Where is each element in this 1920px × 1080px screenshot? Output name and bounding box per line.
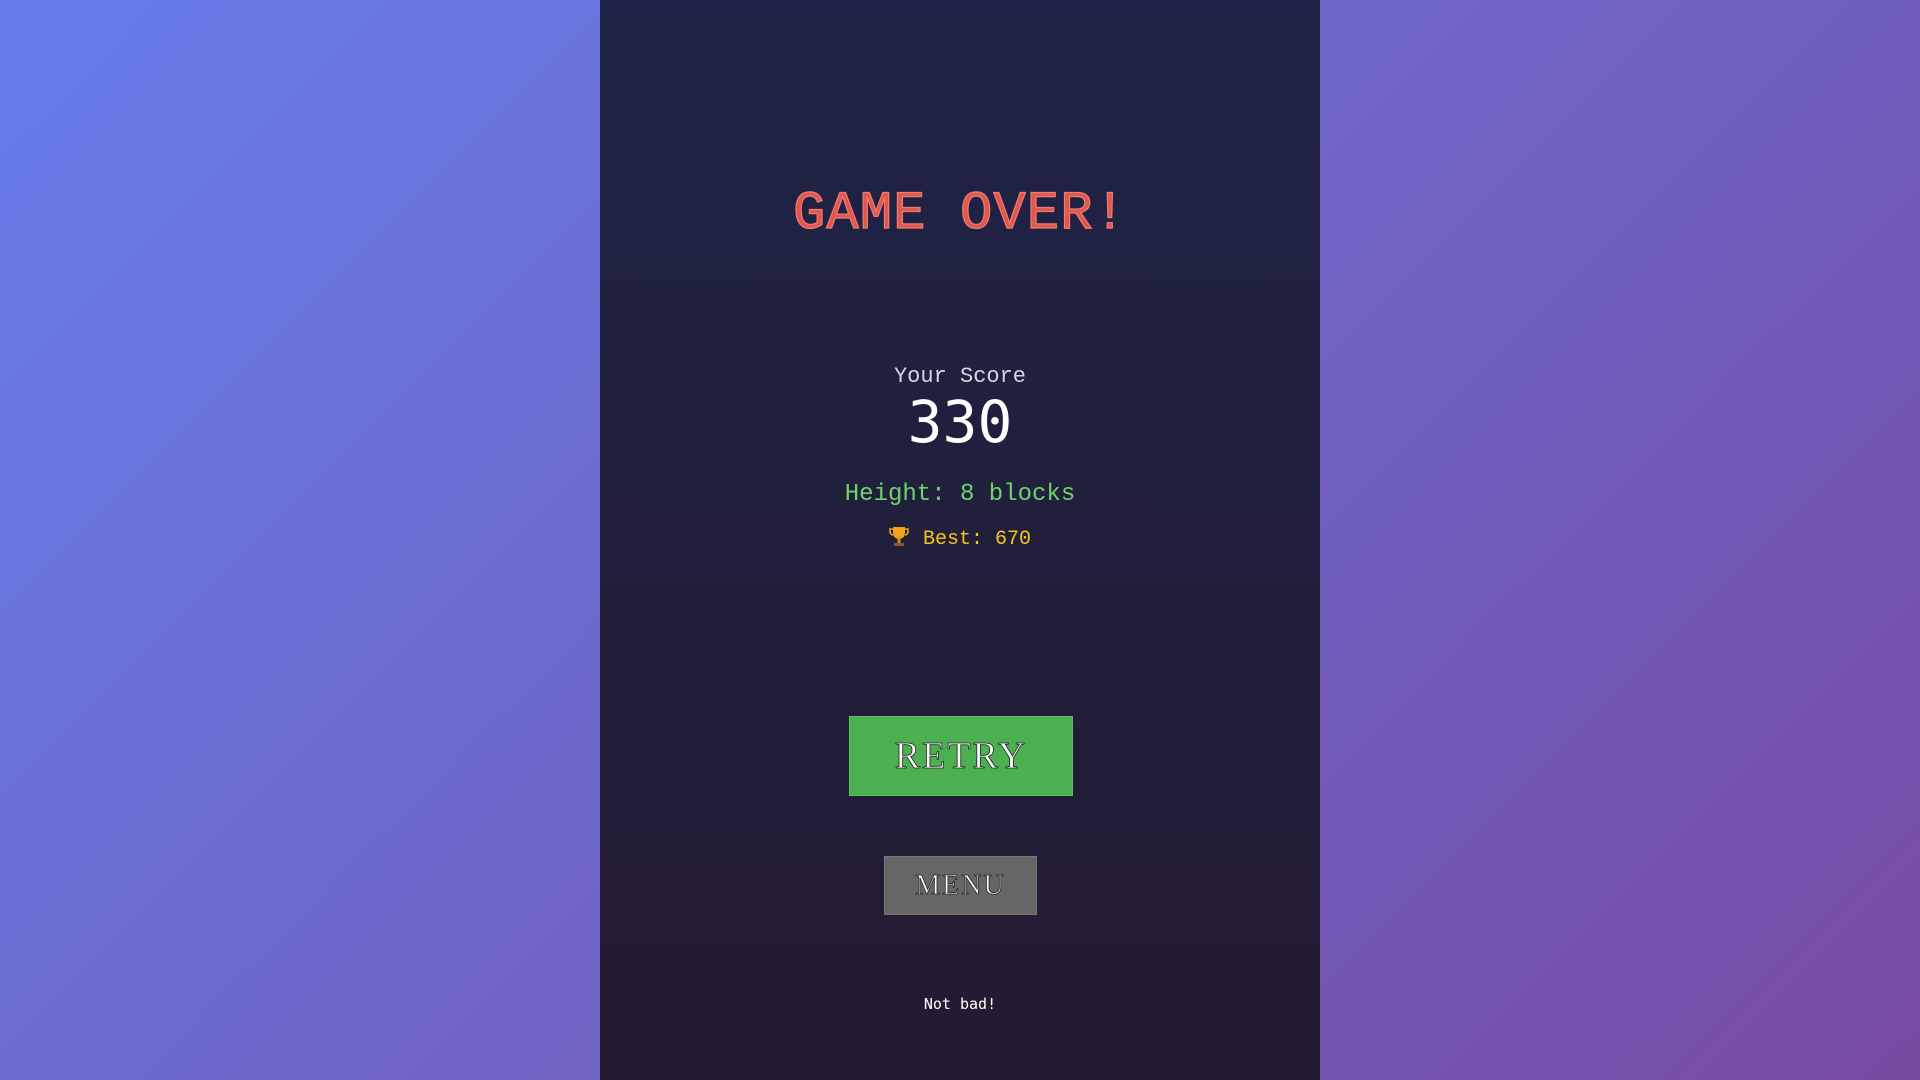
feedback-message: Not bad! [923, 995, 997, 1013]
height-stat: Height: 8 blocks [844, 481, 1076, 508]
score-value: 330 [907, 388, 1013, 456]
trophy-icon [889, 525, 909, 547]
best-score-text: Best: 670 [922, 528, 1032, 551]
menu-button[interactable]: MENU [884, 856, 1037, 915]
game-over-panel: GAME OVER! Your Score 330 Height: 8 bloc… [600, 0, 1320, 1080]
best-score-line: Best: 670 [600, 525, 1320, 553]
retry-button[interactable]: RETRY [849, 716, 1073, 796]
score-label: Your Score [893, 364, 1027, 389]
game-over-title: GAME OVER! [792, 184, 1128, 245]
